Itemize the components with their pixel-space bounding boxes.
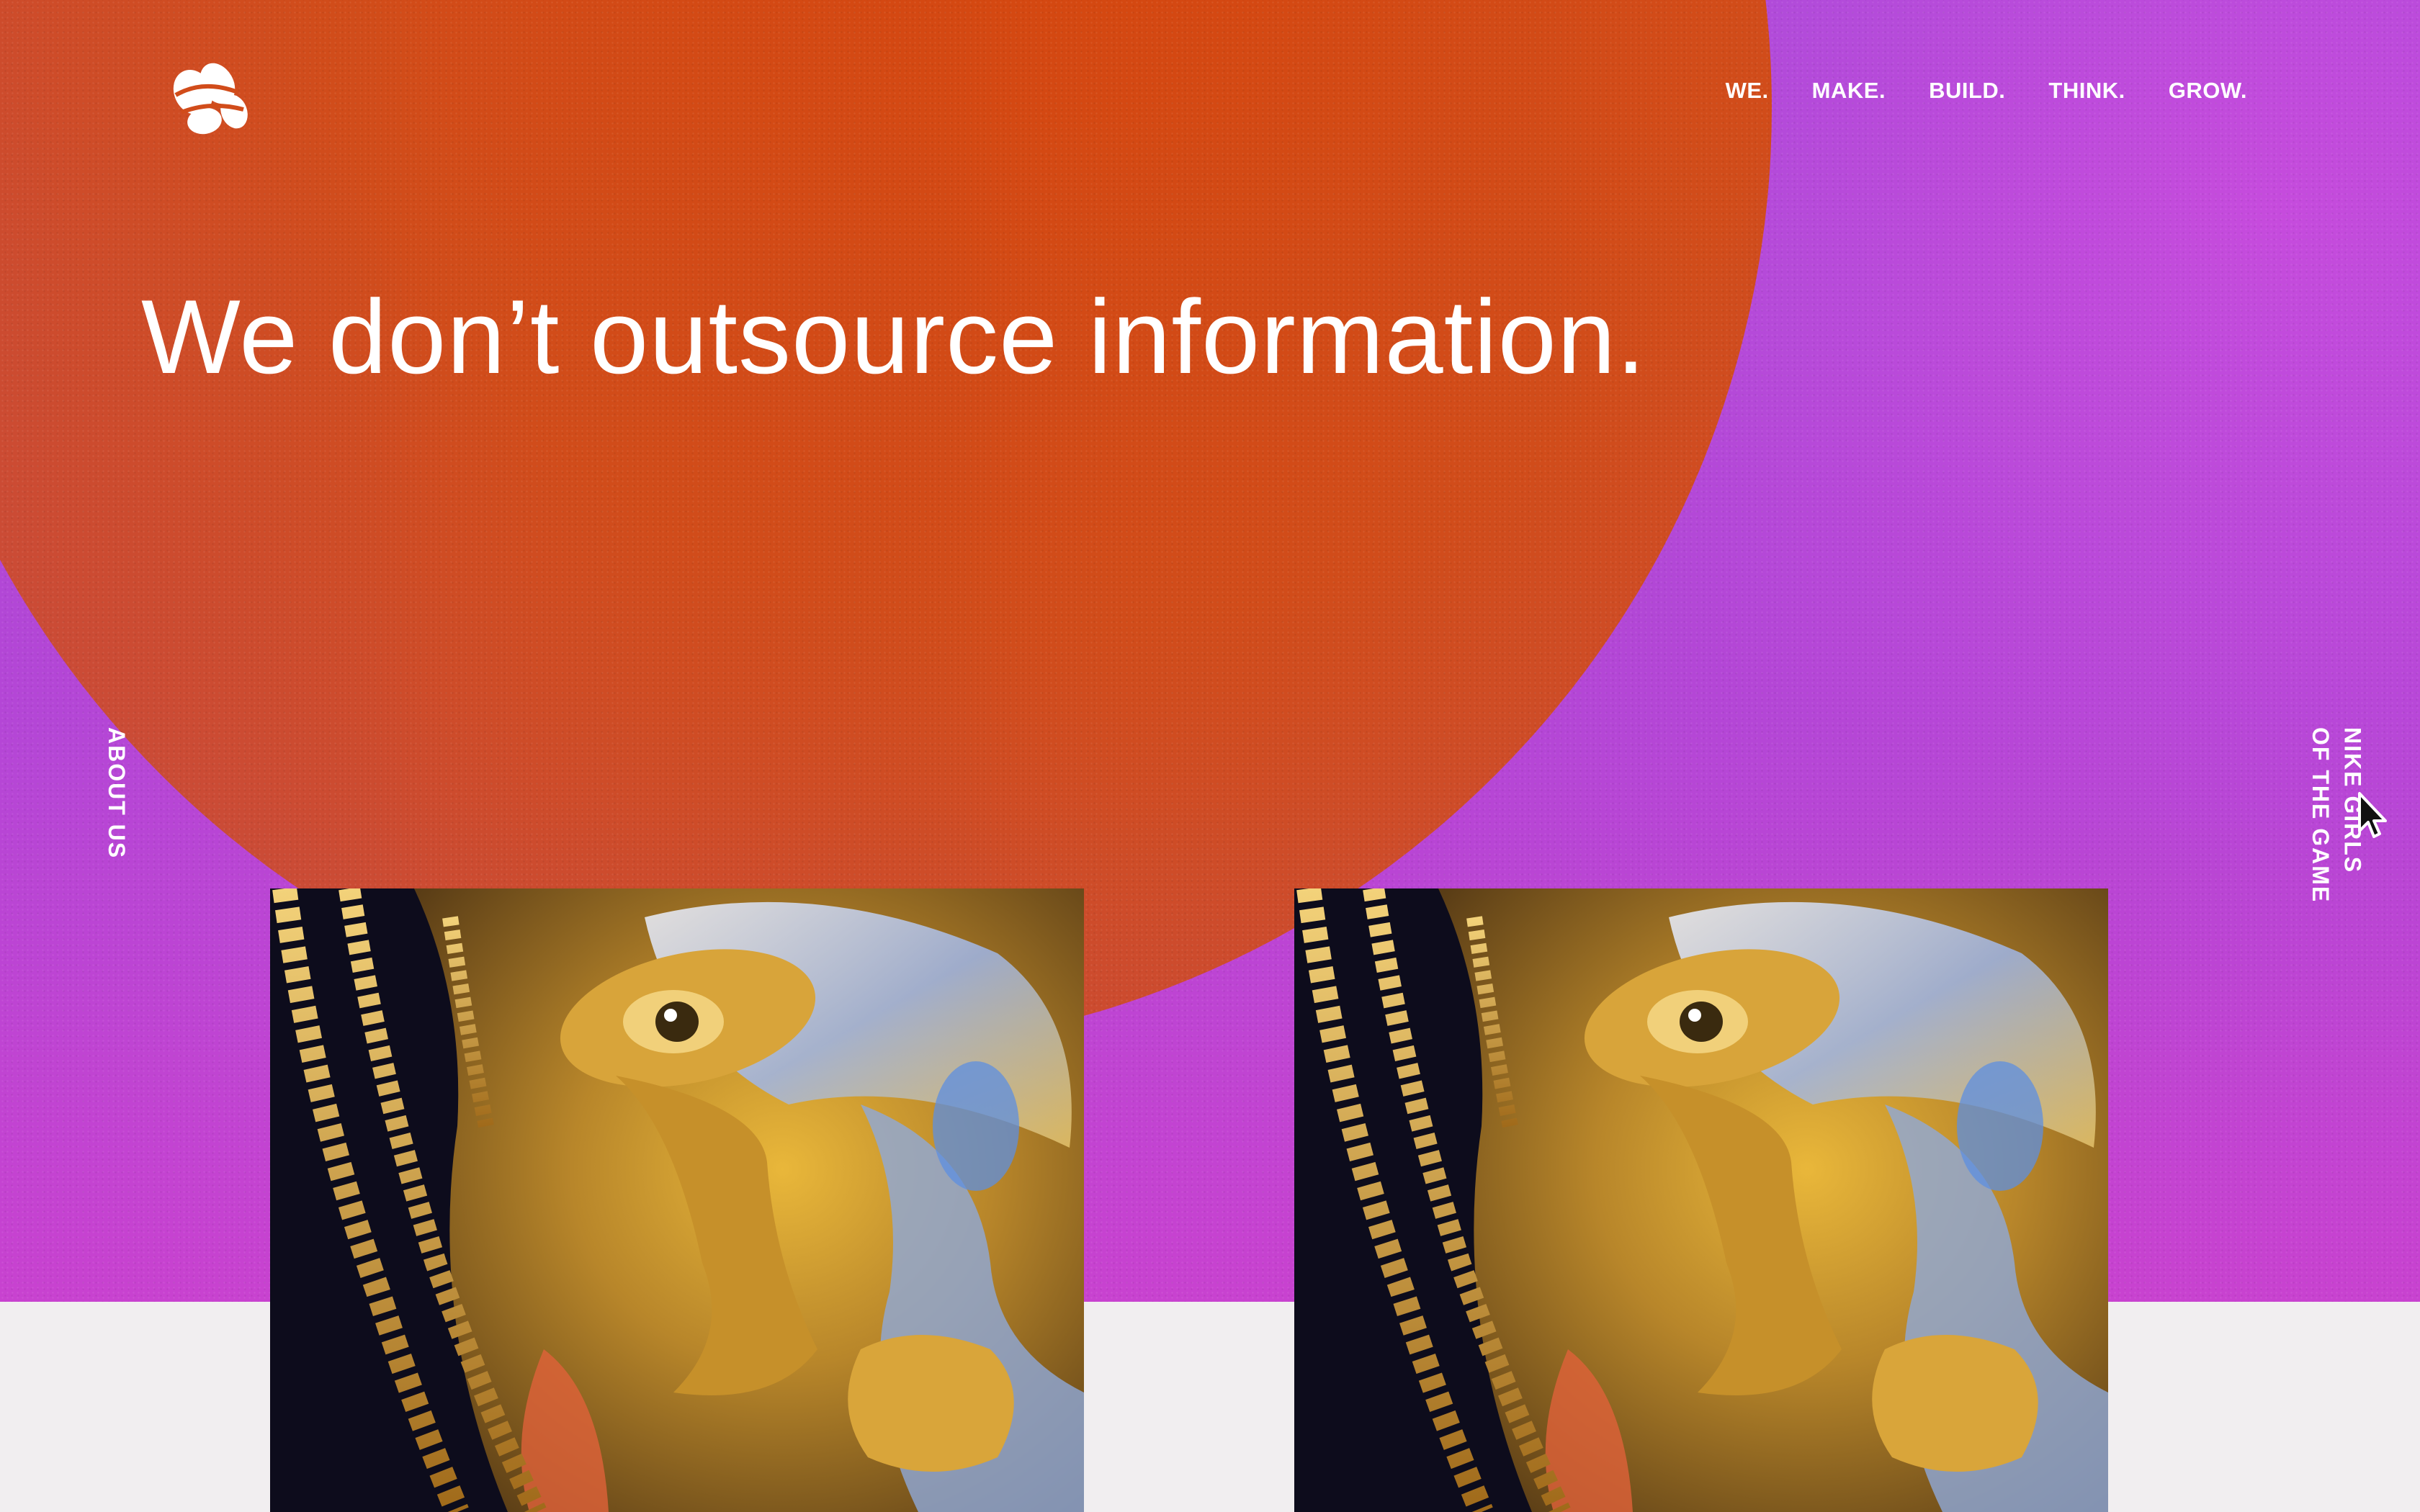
about-us-label: ABOUT US [104,727,130,860]
about-us-link[interactable]: ABOUT US [101,727,133,859]
nav-item-make[interactable]: MAKE. [1812,78,1886,104]
hero-headline: We don’t outsource information. [141,278,1646,395]
project-card-1[interactable] [270,888,1084,1512]
project-card-2[interactable] [1294,888,2108,1512]
nav-item-grow[interactable]: GROW. [2169,78,2247,104]
nike-girls-label-line2: OF THE GAME [2308,727,2334,904]
golden-face-artwork [1294,888,2108,1512]
nav-item-build[interactable]: BUILD. [1929,78,2005,104]
nav-item-we[interactable]: WE. [1726,78,1769,104]
golden-face-artwork [270,888,1084,1512]
nav-item-think[interactable]: THINK. [2048,78,2125,104]
main-nav: WE. MAKE. BUILD. THINK. GROW. [1726,78,2247,104]
page: WE. MAKE. BUILD. THINK. GROW. We don’t o… [0,0,2420,1512]
pebbles-logo-icon[interactable] [160,50,254,144]
mouse-pointer-icon [2358,792,2387,838]
